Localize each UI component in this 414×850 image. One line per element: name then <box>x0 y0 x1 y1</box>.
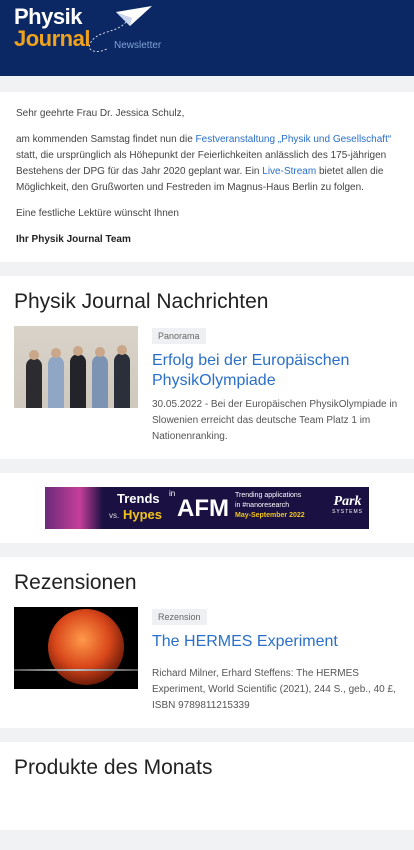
news-item-body: Panorama Erfolg bei der Europäischen Phy… <box>152 326 400 445</box>
review-item[interactable]: Rezension The HERMES Experiment Richard … <box>14 607 400 714</box>
banner-vs: vs. <box>109 511 120 520</box>
banner-right-line-2: in #nanoresearch <box>235 502 290 509</box>
logo-line-journal: Journal <box>14 26 90 51</box>
review-thumbnail[interactable] <box>14 607 138 689</box>
paper-plane-icon <box>88 6 152 52</box>
physik-journal-logo[interactable]: Physik Journal <box>14 6 90 50</box>
team-member-figure <box>26 358 42 408</box>
review-item-body: Rezension The HERMES Experiment Richard … <box>152 607 400 714</box>
team-member-figure <box>70 354 86 408</box>
team-member-figure <box>114 353 130 408</box>
reviews-heading: Rezensionen <box>14 571 137 594</box>
team-member-head <box>51 348 61 358</box>
banner-hypes: Hypes <box>123 507 163 522</box>
logo-line-physik: Physik <box>14 4 82 29</box>
closing-text: Eine festliche Lektüre wünscht Ihnen <box>16 208 179 219</box>
team-member-head <box>73 346 83 356</box>
intro-paragraph: am kommenden Samstag findet nun die Fest… <box>16 132 398 196</box>
intro-text-a: am kommenden Samstag findet nun die <box>16 134 196 145</box>
review-description: Richard Milner, Erhard Steffens: The HER… <box>152 668 396 711</box>
park-systems-logo: Park SYSTEMS <box>332 494 363 516</box>
products-heading: Produkte des Monats <box>14 756 213 779</box>
brand-sub: SYSTEMS <box>332 509 363 515</box>
news-item[interactable]: Panorama Erfolg bei der Europäischen Phy… <box>14 326 400 445</box>
banner-right-line-3: May-September 2022 <box>235 512 305 519</box>
newsletter-header: Physik Journal Newsletter <box>0 0 414 76</box>
news-heading: Physik Journal Nachrichten <box>14 290 269 313</box>
festveranstaltung-link[interactable]: Festveranstaltung „Physik und Gesellscha… <box>196 134 392 145</box>
banner-in: in <box>169 489 176 498</box>
intro-card: Sehr geehrte Frau Dr. Jessica Schulz, am… <box>0 92 414 262</box>
team-member-figure <box>48 356 64 408</box>
banner-right-line-1: Trending applications <box>235 492 302 499</box>
news-teaser: 30.05.2022 - Bei der Europäischen Physik… <box>152 399 398 442</box>
banner-headline: Trends in vs. Hypes AFM <box>109 489 229 527</box>
banner-face-image <box>45 487 103 529</box>
hermes-experiment-image <box>48 609 124 685</box>
category-badge: Rezension <box>152 609 207 625</box>
ad-banner[interactable]: Trends in vs. Hypes AFM Trending applica… <box>45 487 369 529</box>
ad-section: Trends in vs. Hypes AFM Trending applica… <box>0 473 414 543</box>
signature: Ihr Physik Journal Team <box>16 234 131 245</box>
banner-trends: Trends <box>117 491 160 506</box>
banner-afm: AFM <box>177 495 229 522</box>
team-member-head <box>29 350 39 360</box>
hermes-detector-trace <box>14 669 138 671</box>
reviews-section: Rezensionen Rezension The HERMES Experim… <box>0 557 414 728</box>
team-member-head <box>95 347 105 357</box>
team-member-figure <box>92 355 108 408</box>
live-stream-link[interactable]: Live-Stream <box>262 166 316 177</box>
news-title-link[interactable]: Erfolg bei der Europäischen PhysikOlympi… <box>152 351 400 391</box>
products-section: Produkte des Monats <box>0 742 414 830</box>
review-title-link[interactable]: The HERMES Experiment <box>152 632 400 652</box>
news-thumbnail[interactable] <box>14 326 138 408</box>
news-section: Physik Journal Nachrichten Panorama Erfo… <box>0 276 414 459</box>
banner-right-text: Trending applications in #nanoresearch M… <box>235 491 331 521</box>
category-badge: Panorama <box>152 328 206 344</box>
greeting: Sehr geehrte Frau Dr. Jessica Schulz, <box>16 108 185 119</box>
brand-name: Park <box>333 494 362 509</box>
team-member-head <box>117 345 127 355</box>
